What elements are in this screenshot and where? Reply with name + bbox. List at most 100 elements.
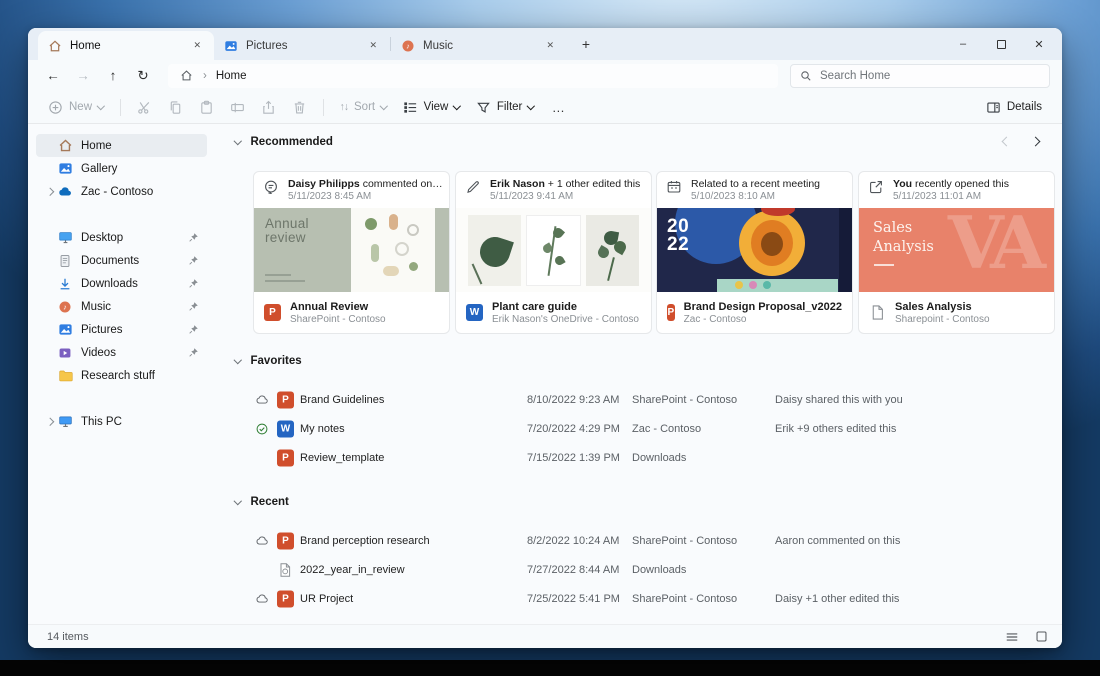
- file-source: Sharepoint - Contoso: [895, 314, 990, 325]
- open-external-icon: [868, 179, 885, 196]
- tab-close-icon[interactable]: ✕: [189, 38, 205, 53]
- tab-label: Home: [70, 40, 101, 52]
- sidebar-item-this-pc[interactable]: This PC: [36, 410, 207, 433]
- details-button[interactable]: Details: [979, 94, 1049, 120]
- back-button[interactable]: ←: [40, 64, 66, 88]
- recent-row-brand-perception-research[interactable]: P Brand perception research 8/2/2022 10:…: [215, 528, 1054, 554]
- tab-close-icon[interactable]: ✕: [365, 38, 381, 53]
- pin-icon: [188, 347, 199, 358]
- powerpoint-icon: P: [277, 392, 294, 409]
- home-breadcrumb-icon: [178, 68, 194, 84]
- sidebar-item-gallery[interactable]: Gallery: [36, 157, 207, 180]
- sidebar-item-videos[interactable]: Videos: [36, 341, 207, 364]
- delete-button[interactable]: [285, 94, 314, 120]
- sidebar-item-label: Desktop: [81, 232, 123, 244]
- up-button[interactable]: ↑: [100, 64, 126, 88]
- filter-button[interactable]: Filter: [469, 94, 541, 120]
- tab-pictures[interactable]: Pictures ✕: [214, 31, 390, 60]
- paste-button[interactable]: [192, 94, 221, 120]
- generic-file-icon: [869, 304, 886, 321]
- forward-button[interactable]: →: [70, 64, 96, 88]
- sidebar-item-onedrive-zac[interactable]: Zac - Contoso: [36, 180, 207, 203]
- more-options-button[interactable]: …: [543, 100, 575, 115]
- large-thumbnails-view-toggle-icon[interactable]: [1035, 630, 1048, 643]
- search-input[interactable]: [820, 70, 1040, 82]
- pictures-icon: [57, 322, 73, 338]
- paste-icon: [199, 100, 214, 115]
- item-count: 14 items: [47, 631, 89, 643]
- new-icon: [48, 100, 63, 115]
- tab-music[interactable]: ♪ Music ✕: [391, 31, 567, 60]
- close-button[interactable]: ✕: [1020, 29, 1058, 59]
- music-icon: ♪: [57, 299, 73, 315]
- recent-row-2022-year-in-review[interactable]: 2022_year_in_review 7/27/2022 8:44 AM Do…: [215, 557, 1054, 583]
- sidebar-item-desktop[interactable]: Desktop: [36, 226, 207, 249]
- new-button[interactable]: New: [41, 94, 111, 120]
- collapse-chevron-icon[interactable]: [234, 497, 242, 505]
- share-button[interactable]: [254, 94, 283, 120]
- details-view-toggle-icon[interactable]: [1005, 630, 1019, 644]
- file-location: Downloads: [632, 452, 686, 464]
- sidebar-item-label: Videos: [81, 347, 116, 359]
- new-tab-button[interactable]: +: [573, 31, 599, 57]
- svg-text:♪: ♪: [406, 41, 410, 50]
- copy-button[interactable]: [161, 94, 190, 120]
- sidebar-item-music[interactable]: ♪ Music: [36, 295, 207, 318]
- minimize-button[interactable]: –: [944, 29, 982, 59]
- tab-home[interactable]: Home ✕: [38, 31, 214, 60]
- word-icon: W: [277, 421, 294, 438]
- file-thumbnail: 2022: [657, 208, 852, 292]
- chevron-down-icon: [380, 102, 388, 110]
- synced-check-icon: [255, 422, 269, 436]
- view-button[interactable]: View: [396, 94, 467, 120]
- sidebar-item-home[interactable]: Home: [36, 134, 207, 157]
- recent-row-ur-project[interactable]: P UR Project 7/25/2022 5:41 PM SharePoin…: [215, 586, 1054, 612]
- favorites-row-brand-guidelines[interactable]: P Brand Guidelines 8/10/2022 9:23 AM Sha…: [215, 387, 1054, 413]
- chevron-right-icon[interactable]: [46, 418, 54, 426]
- carousel-next-button[interactable]: [1032, 138, 1039, 145]
- tab-close-icon[interactable]: ✕: [542, 38, 558, 53]
- sidebar-item-research-stuff[interactable]: Research stuff: [36, 364, 207, 387]
- taskbar-strip: [0, 660, 1100, 676]
- chevron-right-icon[interactable]: [46, 188, 54, 196]
- activity-actor: Erik Nason: [490, 178, 545, 190]
- maximize-button[interactable]: [982, 29, 1020, 59]
- activity-action: Related to a recent meeting: [691, 178, 820, 190]
- favorites-row-my-notes[interactable]: W My notes 7/20/2022 4:29 PM Zac - Conto…: [215, 416, 1054, 442]
- collapse-chevron-icon[interactable]: [234, 356, 242, 364]
- sidebar-item-documents[interactable]: Documents: [36, 249, 207, 272]
- sidebar-item-pictures[interactable]: Pictures: [36, 318, 207, 341]
- pin-icon: [188, 324, 199, 335]
- section-title: Recommended: [251, 136, 333, 148]
- view-icon: [403, 100, 418, 115]
- refresh-button[interactable]: ↻: [130, 64, 156, 88]
- view-label: View: [424, 101, 449, 113]
- music-icon: ♪: [400, 38, 416, 54]
- recommended-card-brand-design-proposal[interactable]: Related to a recent meeting 5/10/2023 8:…: [656, 171, 853, 334]
- edit-pencil-icon: [465, 179, 482, 196]
- collapse-chevron-icon[interactable]: [234, 137, 242, 145]
- recommended-card-sales-analysis[interactable]: You recently opened this 5/11/2023 11:01…: [858, 171, 1055, 334]
- recommended-card-annual-review[interactable]: Daisy Philipps commented on… 5/11/2023 8…: [253, 171, 450, 334]
- details-label: Details: [1007, 101, 1042, 113]
- file-date: 7/20/2022 4:29 PM: [527, 423, 620, 435]
- section-favorites-header[interactable]: Favorites: [235, 355, 302, 367]
- section-recent-header[interactable]: Recent: [235, 496, 289, 508]
- sidebar-item-downloads[interactable]: Downloads: [36, 272, 207, 295]
- favorites-row-review-template[interactable]: P Review_template 7/15/2022 1:39 PM Down…: [215, 445, 1054, 471]
- pin-icon: [188, 278, 199, 289]
- window-controls: – ✕: [944, 28, 1058, 60]
- command-toolbar: New: [28, 91, 1062, 124]
- activity-action: recently opened this: [912, 178, 1009, 190]
- rename-button[interactable]: [223, 94, 252, 120]
- address-bar[interactable]: › Home: [168, 64, 778, 88]
- sidebar-item-label: This PC: [81, 416, 122, 428]
- search-box[interactable]: [790, 64, 1050, 88]
- videos-icon: [57, 345, 73, 361]
- recommended-card-plant-care-guide[interactable]: Erik Nason + 1 other edited this 5/11/20…: [455, 171, 652, 334]
- sort-button[interactable]: ↑↓ Sort: [333, 94, 394, 120]
- cut-button[interactable]: [130, 94, 159, 120]
- breadcrumb[interactable]: Home: [216, 70, 247, 82]
- section-recommended-header[interactable]: Recommended: [235, 136, 333, 148]
- carousel-prev-button[interactable]: [1003, 138, 1010, 145]
